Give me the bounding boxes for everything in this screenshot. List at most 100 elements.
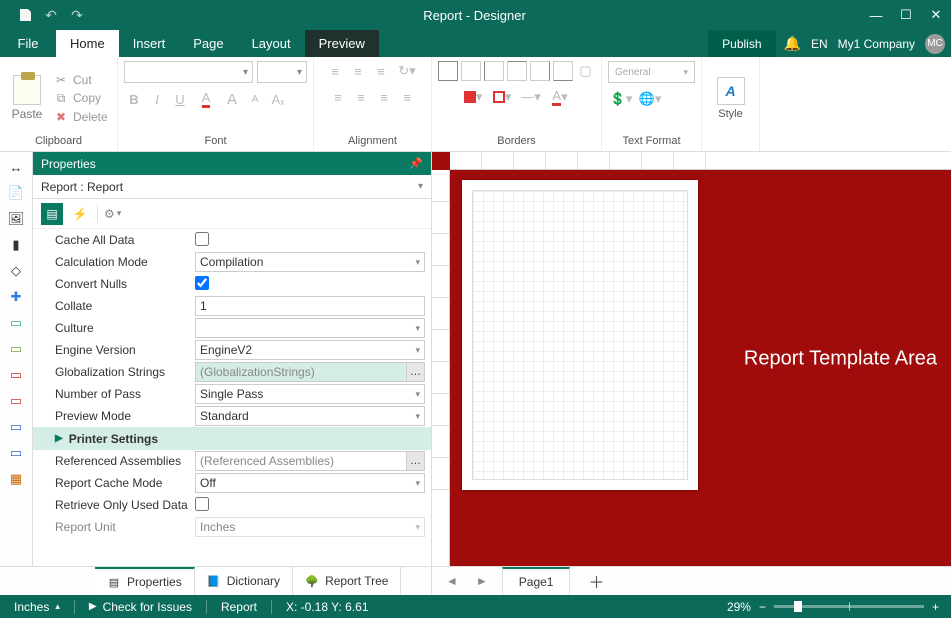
maximize-button[interactable]: ☐ <box>891 0 921 30</box>
tab-properties[interactable]: ▤Properties <box>95 567 195 595</box>
delete-button[interactable]: ✖Delete <box>54 110 108 124</box>
publish-button[interactable]: Publish <box>708 30 775 57</box>
menu-preview[interactable]: Preview <box>305 30 379 57</box>
menu-page[interactable]: Page <box>179 30 237 57</box>
property-combo[interactable]: Compilation▾ <box>195 252 425 272</box>
rotate-icon[interactable]: ↻▾ <box>394 61 420 81</box>
property-ellipsis[interactable]: (Referenced Assemblies)… <box>195 451 425 471</box>
tool-band2-icon[interactable]: ▭ <box>5 338 27 360</box>
page-next-button[interactable]: ► <box>472 574 492 588</box>
align-middle-icon[interactable]: ≡ <box>348 61 368 81</box>
clear-format-button[interactable]: Aₓ <box>268 89 288 109</box>
font-name-select[interactable]: ▾ <box>124 61 253 83</box>
property-value[interactable]: Compilation▾ <box>195 252 431 272</box>
property-value[interactable]: Off▾ <box>195 473 431 493</box>
italic-button[interactable]: I <box>147 89 167 109</box>
zoom-out-button[interactable]: − <box>759 600 766 614</box>
property-value[interactable] <box>195 296 431 316</box>
property-value[interactable]: (GlobalizationStrings)… <box>195 362 431 382</box>
currency-button[interactable]: 💲▾ <box>608 89 634 109</box>
bold-button[interactable]: B <box>124 89 144 109</box>
locale-button[interactable]: 🌐▾ <box>637 89 663 109</box>
property-value[interactable]: EngineV2▾ <box>195 340 431 360</box>
tab-report-tree[interactable]: 🌳Report Tree <box>293 567 401 595</box>
chevron-down-icon[interactable]: ▾ <box>418 181 423 192</box>
avatar[interactable]: MC <box>925 34 945 54</box>
property-combo[interactable]: EngineV2▾ <box>195 340 425 360</box>
language-label[interactable]: EN <box>811 37 828 51</box>
align-bottom-icon[interactable]: ≡ <box>371 61 391 81</box>
ellipsis-button[interactable]: … <box>406 452 424 470</box>
property-checkbox[interactable] <box>195 497 209 511</box>
property-value[interactable] <box>195 232 431 249</box>
border-color-button[interactable]: ▾ <box>489 87 515 107</box>
tool-component-icon[interactable]: ✚ <box>5 286 27 308</box>
tool-cross-icon[interactable]: ▭ <box>5 416 27 438</box>
font-color-button[interactable]: A <box>193 89 219 109</box>
tool-band1-icon[interactable]: ▭ <box>5 312 27 334</box>
align-center-icon[interactable]: ≡ <box>351 87 371 107</box>
align-top-icon[interactable]: ≡ <box>325 61 345 81</box>
property-combo[interactable]: Inches▾ <box>195 517 425 537</box>
cut-button[interactable]: ✂Cut <box>54 73 108 87</box>
settings-button[interactable]: ⚙▾ <box>104 207 121 221</box>
tool-band4-icon[interactable]: ▭ <box>5 390 27 412</box>
page-preview[interactable] <box>462 180 698 490</box>
property-value[interactable]: ▾ <box>195 318 431 338</box>
menu-home[interactable]: Home <box>56 30 119 57</box>
property-checkbox[interactable] <box>195 232 209 246</box>
zoom-slider[interactable] <box>774 605 924 608</box>
menu-file[interactable]: File <box>0 30 56 57</box>
format-select[interactable]: General▾ <box>608 61 695 83</box>
redo-icon[interactable]: ↷ <box>66 4 88 26</box>
pin-icon[interactable]: 📌 <box>409 157 423 170</box>
zoom-in-button[interactable]: + <box>932 600 939 614</box>
save-icon[interactable] <box>14 4 36 26</box>
text-color-button[interactable]: A▾ <box>547 87 573 107</box>
page-tab[interactable]: Page1 <box>502 567 571 595</box>
border-style-button[interactable]: —▾ <box>518 87 544 107</box>
company-label[interactable]: My1 Company <box>838 37 915 51</box>
undo-icon[interactable]: ↶ <box>40 4 62 26</box>
tool-barcode-icon[interactable]: ▮ <box>5 234 27 256</box>
property-ellipsis[interactable]: (GlobalizationStrings)… <box>195 362 425 382</box>
align-right-icon[interactable]: ≡ <box>374 87 394 107</box>
property-value[interactable] <box>195 276 431 293</box>
border-left-button[interactable] <box>484 61 504 81</box>
properties-breadcrumb[interactable]: Report : Report <box>41 180 123 194</box>
menu-insert[interactable]: Insert <box>119 30 180 57</box>
grow-font-button[interactable]: A <box>222 89 242 109</box>
copy-button[interactable]: ⧉Copy <box>54 91 108 106</box>
style-icon[interactable]: A <box>717 77 745 105</box>
tool-text-icon[interactable]: 📄 <box>5 182 27 204</box>
property-value[interactable]: Standard▾ <box>195 406 431 426</box>
tool-panel-icon[interactable]: ▭ <box>5 442 27 464</box>
minimize-button[interactable]: — <box>861 0 891 30</box>
events-tab-icon[interactable]: ⚡ <box>69 203 91 225</box>
property-checkbox[interactable] <box>195 276 209 290</box>
border-right-button[interactable] <box>530 61 550 81</box>
units-button[interactable]: Inches▴ <box>0 600 74 614</box>
property-value[interactable]: Single Pass▾ <box>195 384 431 404</box>
properties-tab-icon[interactable]: ▤ <box>41 203 63 225</box>
design-canvas[interactable]: Report Template Area <box>432 152 951 566</box>
border-all-button[interactable] <box>438 61 458 81</box>
property-value[interactable]: Inches▾ <box>195 517 431 537</box>
shadow-button[interactable]: ▢ <box>576 61 596 81</box>
tool-band3-icon[interactable]: ▭ <box>5 364 27 386</box>
border-none-button[interactable] <box>461 61 481 81</box>
add-page-button[interactable]: ＋ <box>580 569 612 593</box>
page-prev-button[interactable]: ◄ <box>442 574 462 588</box>
paste-button[interactable]: Paste <box>6 75 48 121</box>
border-top-button[interactable] <box>507 61 527 81</box>
tool-table-icon[interactable]: ▦ <box>5 468 27 490</box>
underline-button[interactable]: U <box>170 89 190 109</box>
fill-color-button[interactable]: ▾ <box>460 87 486 107</box>
property-value[interactable]: (Referenced Assemblies)… <box>195 451 431 471</box>
border-bottom-button[interactable] <box>553 61 573 81</box>
bell-icon[interactable]: 🔔 <box>784 35 801 52</box>
property-combo[interactable]: Off▾ <box>195 473 425 493</box>
tab-dictionary[interactable]: 📘Dictionary <box>195 567 293 595</box>
align-left-icon[interactable]: ≡ <box>328 87 348 107</box>
property-combo[interactable]: ▾ <box>195 318 425 338</box>
